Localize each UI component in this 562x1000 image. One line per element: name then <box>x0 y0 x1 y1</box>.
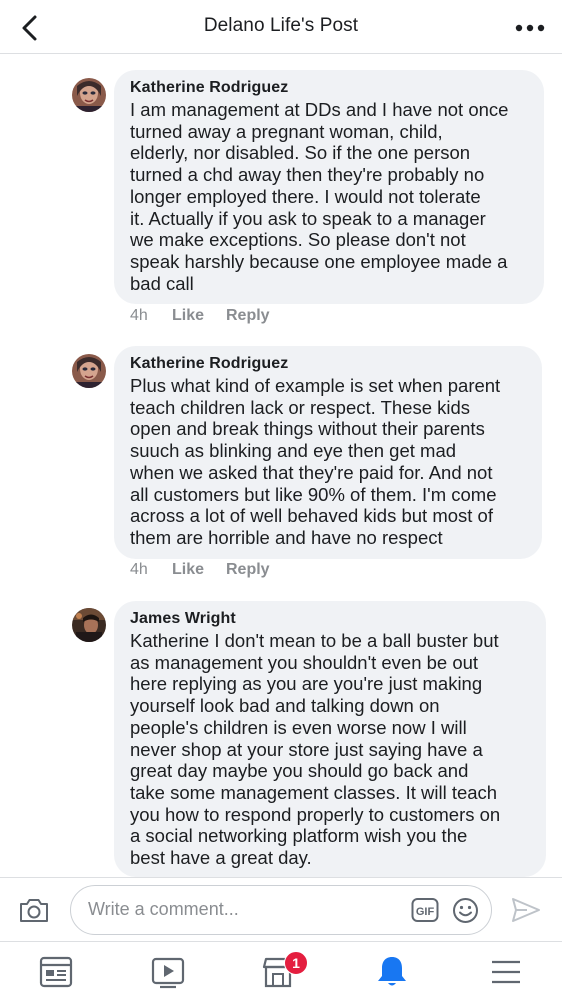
news-feed-icon[interactable] <box>36 952 76 992</box>
menu-icon[interactable] <box>486 952 526 992</box>
top-bar: Delano Life's Post <box>0 0 562 54</box>
comment-timestamp: 4h <box>130 307 148 324</box>
like-button[interactable]: Like <box>172 561 226 579</box>
avatar[interactable] <box>72 608 106 642</box>
reply-button[interactable]: Reply <box>226 561 270 579</box>
camera-icon[interactable] <box>18 895 50 925</box>
comment-composer: Write a comment... GIF <box>0 877 562 941</box>
comment-bubble: James Wright Katherine I don't mean to b… <box>114 601 546 877</box>
avatar[interactable] <box>72 78 106 112</box>
like-button[interactable]: Like <box>172 307 226 325</box>
comment-author[interactable]: Katherine Rodriguez <box>130 78 528 98</box>
gif-icon[interactable]: GIF <box>411 897 439 923</box>
comment-text: Katherine I don't mean to be a ball bust… <box>130 630 501 869</box>
more-options-icon[interactable] <box>514 16 546 40</box>
notification-badge: 1 <box>284 951 308 975</box>
comment-timestamp: 4h <box>130 561 148 578</box>
comment-bubble: Katherine Rodriguez Plus what kind of ex… <box>114 346 542 559</box>
comment-list: Katherine Rodriguez I am management at D… <box>0 55 562 877</box>
comment-input-placeholder: Write a comment... <box>88 899 239 919</box>
comment-actions: 4h Like Reply <box>130 561 270 579</box>
comment-bubble: Katherine Rodriguez I am management at D… <box>114 70 544 305</box>
page-title: Delano Life's Post <box>203 15 359 36</box>
bottom-tab-bar: 1 <box>0 941 562 1000</box>
emoji-icon[interactable] <box>452 897 479 924</box>
gif-label: GIF <box>416 906 435 918</box>
notifications-bell-icon[interactable] <box>372 952 412 992</box>
watch-video-icon[interactable] <box>148 952 188 992</box>
avatar[interactable] <box>72 354 106 388</box>
send-icon[interactable] <box>510 895 542 925</box>
comment-text: I am management at DDs and I have not on… <box>130 99 509 294</box>
comment-author[interactable]: James Wright <box>130 609 530 629</box>
comment-input[interactable]: Write a comment... GIF <box>70 885 492 935</box>
reply-button[interactable]: Reply <box>226 307 270 325</box>
comment-text: Plus what kind of example is set when pa… <box>130 375 501 548</box>
comment-actions: 4h Like Reply <box>130 307 270 325</box>
comment-author[interactable]: Katherine Rodriguez <box>130 354 526 374</box>
